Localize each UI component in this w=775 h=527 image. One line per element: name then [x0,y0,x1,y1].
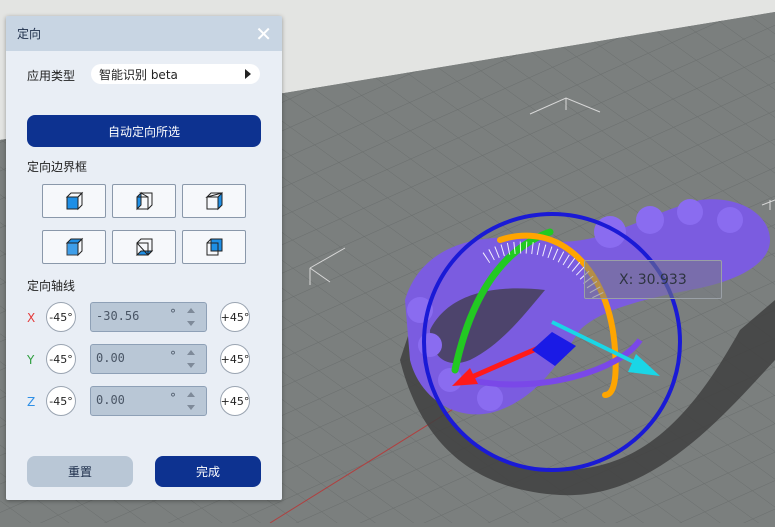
z-angle-value: 0.00 [96,393,125,407]
bbox-left-button[interactable] [112,184,176,218]
panel-title: 定向 [17,27,42,41]
cube-right-icon [205,191,223,211]
bbox-back-button[interactable] [182,230,246,264]
caret-right-icon [245,69,251,79]
x-minus-45-button[interactable]: -45° [46,302,76,332]
z-angle-input[interactable]: 0.00 ° [90,386,207,416]
z-spin-down-icon[interactable] [187,405,195,410]
x-spin-up-icon[interactable] [187,308,195,313]
close-icon[interactable]: ✕ [255,24,272,44]
bbox-bottom-button[interactable] [112,230,176,264]
auto-orient-button[interactable]: 自动定向所选 [27,115,261,147]
bbox-right-button[interactable] [182,184,246,218]
bbox-top-button[interactable] [42,230,106,264]
reset-button[interactable]: 重置 [27,456,133,487]
panel-header: 定向 ✕ [6,16,282,51]
y-spin-up-icon[interactable] [187,350,195,355]
cube-back-icon [206,238,223,256]
y-angle-unit: ° [170,349,176,363]
x-angle-value: -30.56 [96,309,140,323]
axis-section-label: 定向轴线 [27,279,76,293]
y-axis-label: Y [27,353,35,367]
y-spin-down-icon[interactable] [187,363,195,368]
y-angle-value: 0.00 [96,351,125,365]
y-angle-input[interactable]: 0.00 ° [90,344,207,374]
application-type-label: 应用类型 [27,69,76,83]
cube-front-icon [65,191,84,211]
y-plus-45-button[interactable]: +45° [220,344,250,374]
done-button[interactable]: 完成 [155,456,261,487]
bbox-section-label: 定向边界框 [27,160,88,174]
rotation-tooltip: X: 30.933 [584,260,722,299]
x-spin-down-icon[interactable] [187,321,195,326]
application-type-select[interactable]: 智能识别 beta [91,64,260,84]
cube-left-icon [136,191,153,211]
application-type-value: 智能识别 beta [99,68,178,82]
x-angle-input[interactable]: -30.56 ° [90,302,207,332]
y-minus-45-button[interactable]: -45° [46,344,76,374]
x-angle-unit: ° [170,307,176,321]
x-plus-45-button[interactable]: +45° [220,302,250,332]
cube-bottom-icon [135,238,154,256]
orientation-panel: 定向 ✕ 应用类型 智能识别 beta 自动定向所选 定向边界框 定向轴线 X … [6,16,282,500]
z-axis-label: Z [27,395,36,409]
bbox-front-button[interactable] [42,184,106,218]
z-angle-unit: ° [170,391,176,405]
z-minus-45-button[interactable]: -45° [46,386,76,416]
cube-top-icon [65,237,84,257]
z-plus-45-button[interactable]: +45° [220,386,250,416]
z-spin-up-icon[interactable] [187,392,195,397]
x-axis-label: X [27,311,36,325]
